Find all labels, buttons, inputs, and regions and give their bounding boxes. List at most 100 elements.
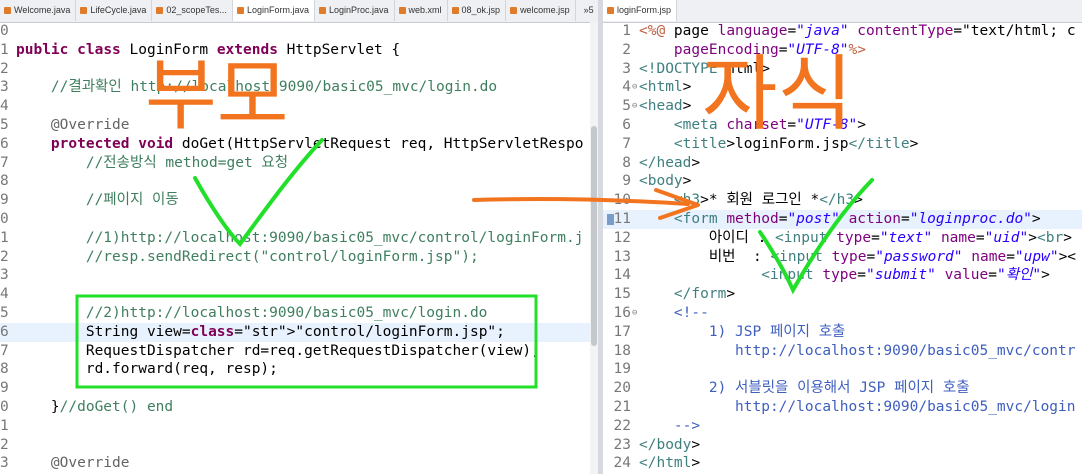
editor-tab[interactable]: LoginProc.java (315, 0, 395, 21)
code-line: 6 protected void doGet(HttpServletReques… (0, 135, 598, 154)
code-line: 1 public class LoginForm extends HttpServ… (0, 41, 598, 60)
code-text: //2)http://localhost:9090/basic05_mvc/lo… (85, 304, 488, 321)
code-line: 8 (0, 172, 598, 191)
code-text: pageEncoding="UTF-8"%> (673, 41, 866, 58)
line-number: 6 (622, 116, 631, 133)
line-number: 10 (613, 192, 631, 209)
code-line: 3 <!DOCTYPE html> (603, 60, 1082, 79)
line-number: 2 (0, 436, 9, 453)
code-line: 19 (603, 360, 1082, 379)
code-line: 9 (0, 379, 598, 398)
line-number: 18 (613, 342, 631, 359)
code-text: <input type="submit" value="확인"> (761, 267, 1050, 284)
line-number: 4 (0, 98, 9, 115)
code-line: 4 ⊖ <html> (603, 78, 1082, 97)
java-code-editor[interactable]: 0 1 public class LoginForm extends HttpSe… (0, 22, 598, 473)
code-line: 1 <%@ page language="java" contentType="t… (603, 22, 1082, 41)
scrollbar-thumb[interactable] (591, 126, 597, 346)
code-line: 22 --> (603, 417, 1082, 436)
code-text: <meta charset="UTF-8"> (673, 116, 866, 133)
code-text: RequestDispatcher rd=req.getRequestDispa… (16, 342, 540, 359)
line-number: 9 (622, 173, 631, 190)
code-line: 23 </body> (603, 436, 1082, 455)
fold-icon[interactable]: ⊖ (632, 78, 637, 97)
fold-icon[interactable]: ⊖ (632, 304, 637, 323)
code-text: <%@ page language="java" contentType="te… (639, 23, 1076, 39)
line-number: 8 (0, 173, 9, 190)
line-number: 0 (0, 398, 9, 415)
code-line-current: 11 <form method="post" action="loginproc… (603, 209, 1082, 229)
editor-tab[interactable]: 02_scopeTes... (152, 0, 233, 21)
code-text: }//doGet() end (16, 398, 174, 415)
right-editor-pane: loginForm.jsp 1 <%@ page language="java" … (603, 0, 1082, 474)
line-number: 11 (613, 210, 631, 227)
line-number: 2 (0, 248, 9, 265)
code-text: public class LoginForm extends HttpServl… (16, 41, 401, 58)
code-text: </html> (639, 455, 701, 472)
editor-tab[interactable]: web.xml (395, 0, 448, 21)
line-number: 7 (622, 135, 631, 152)
code-text: http://localhost:9090/basic05_mvc/contr (639, 342, 1076, 359)
editor-tab[interactable]: 08_ok.jsp (448, 0, 507, 21)
left-editor-pane: Welcome.java LifeCycle.java 02_scopeTes...… (0, 0, 598, 474)
code-text: <html> (639, 79, 692, 96)
code-text: <form method="post" action="loginproc.do… (673, 210, 1041, 227)
code-line: 1 (0, 417, 598, 436)
jsp-code-editor[interactable]: 1 <%@ page language="java" contentType="t… (603, 22, 1082, 473)
editor-tab[interactable]: Welcome.java (0, 0, 77, 21)
code-line: 0 (0, 210, 598, 229)
code-text: //resp.sendRedirect("control/loginForm.j… (85, 248, 479, 265)
line-number: 24 (613, 455, 631, 472)
code-text: @Override (50, 116, 130, 133)
line-number: 20 (613, 380, 631, 397)
left-editor-scrollbar[interactable] (590, 22, 598, 474)
code-text: 아이디 : <input type="text" name="uid"><br> (639, 229, 1072, 246)
code-line: 15 </form> (603, 285, 1082, 304)
code-line: 2 pageEncoding="UTF-8"%> (603, 41, 1082, 60)
line-number: 5 (0, 304, 9, 321)
code-line: 16 ⊖ <!-- (603, 304, 1082, 323)
code-line: 7 <title>loginForm.jsp</title> (603, 135, 1082, 154)
code-text: 1) JSP 페이지 호출 (639, 323, 846, 340)
editor-tab[interactable]: LifeCycle.java (76, 0, 153, 21)
line-number: 12 (613, 229, 631, 246)
fold-icon[interactable]: ⊖ (632, 97, 637, 116)
line-number: 7 (0, 342, 9, 359)
code-line: 7 //전송방식 method=get 요청 (0, 154, 598, 173)
editor-tab[interactable]: welcome.jsp (506, 0, 576, 21)
line-number: 3 (622, 60, 631, 77)
line-number: 5 (0, 116, 9, 133)
code-line: 20 2) 서블릿을 이용해서 JSP 페이지 호출 (603, 379, 1082, 398)
line-number: 2 (622, 41, 631, 58)
code-text: String view=class="str">"control/loginFo… (16, 323, 505, 340)
line-number: 2 (0, 60, 9, 77)
code-line: 0 }//doGet() end (0, 398, 598, 417)
line-number: 6 (0, 323, 9, 340)
line-number: 8 (622, 154, 631, 171)
code-line: 8 </head> (603, 154, 1082, 173)
code-line: 3 //결과확인 http://localhost:9090/basic05_m… (0, 78, 598, 97)
line-number: 19 (613, 361, 631, 378)
code-line: 10 <h3>* 회원 로그인 *</h3> (603, 191, 1082, 210)
code-line: 3 (0, 266, 598, 285)
code-text: <h3>* 회원 로그인 *</h3> (673, 192, 863, 209)
more-tabs-button[interactable]: »5 (576, 0, 598, 21)
line-number: 21 (613, 398, 631, 415)
code-line: 5 //2)http://localhost:9090/basic05_mvc/… (0, 304, 598, 323)
code-line: 4 (0, 97, 598, 116)
code-text: <body> (639, 173, 692, 190)
code-text: <!DOCTYPE html> (639, 60, 770, 77)
code-text: http://localhost:9090/basic05_mvc/login (639, 398, 1076, 415)
code-line: 5 ⊖ <head> (603, 97, 1082, 116)
line-number: 1 (0, 229, 9, 246)
line-number: 3 (0, 267, 9, 284)
code-line: 6 <meta charset="UTF-8"> (603, 116, 1082, 135)
line-number: 17 (613, 323, 631, 340)
code-text: //1)http://localhost:9090/basic05_mvc/co… (85, 229, 584, 246)
code-text: <!-- (639, 304, 709, 321)
line-number: 15 (613, 286, 631, 303)
editor-tab-active[interactable]: LoginForm.java (232, 0, 315, 21)
code-text: <title>loginForm.jsp</title> (673, 135, 919, 152)
line-number: 23 (613, 436, 631, 453)
editor-tab-active[interactable]: loginForm.jsp (603, 0, 678, 21)
